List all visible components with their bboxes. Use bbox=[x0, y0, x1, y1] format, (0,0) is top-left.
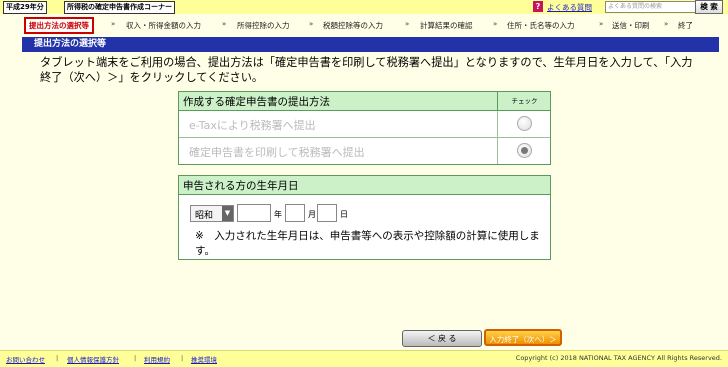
top-bar: 平成29年分 所得税の確定申告書作成コーナー ? よくある質問 よくある質問の検… bbox=[0, 0, 728, 14]
year-unit: 年 bbox=[274, 210, 282, 219]
step-income: 収入・所得金額の入力 bbox=[126, 21, 201, 30]
birthdate-panel: 申告される方の生年月日 昭和 ▼ 年 月 日 ※ 入力された生年月日は、申告書等… bbox=[178, 175, 551, 260]
footer-link-environment[interactable]: 推奨環境 bbox=[191, 354, 217, 364]
radio-cell bbox=[497, 111, 551, 137]
step-arrow: » bbox=[493, 20, 498, 28]
question-icon[interactable]: ? bbox=[533, 1, 543, 12]
option-print[interactable]: 確定申告書を印刷して税務署へ提出 bbox=[179, 138, 550, 164]
copyright: Copyright (c) 2018 NATIONAL TAX AGENCY A… bbox=[515, 354, 722, 362]
year-tag: 平成29年分 bbox=[3, 1, 47, 14]
check-column-header: チェック bbox=[497, 92, 551, 110]
progress-steps: 提出方法の選択等 » 収入・所得金額の入力 » 所得控除の入力 » 税額控除等の… bbox=[0, 17, 728, 34]
step-address: 住所・氏名等の入力 bbox=[507, 21, 575, 30]
step-arrow: » bbox=[664, 20, 669, 28]
footer-link-contact[interactable]: お問い合わせ bbox=[6, 354, 45, 364]
step-arrow: » bbox=[309, 20, 314, 28]
option-label: e-Taxにより税務署へ提出 bbox=[189, 119, 316, 132]
print-radio[interactable] bbox=[517, 143, 532, 158]
birthdate-note: ※ 入力された生年月日は、申告書等への表示や控除額の計算に使用します。 bbox=[195, 230, 540, 257]
panel-title: 申告される方の生年月日 bbox=[183, 180, 299, 192]
step-arrow: » bbox=[599, 20, 604, 28]
etax-radio[interactable] bbox=[517, 116, 532, 131]
submit-method-panel: 作成する確定申告書の提出方法 チェック e-Taxにより税務署へ提出 確定申告書… bbox=[178, 91, 551, 165]
section-title: 提出方法の選択等 bbox=[22, 37, 719, 52]
footer-separator: | bbox=[181, 354, 184, 362]
birthdate-body: 昭和 ▼ 年 月 日 ※ 入力された生年月日は、申告書等への表示や控除額の計算に… bbox=[179, 195, 550, 259]
footer: お問い合わせ | 個人情報保護方針 | 利用規約 | 推奨環境 Copyrigh… bbox=[0, 350, 728, 367]
step-send-print: 送信・印刷 bbox=[612, 21, 650, 30]
step-arrow: » bbox=[405, 20, 410, 28]
step-finish: 終了 bbox=[678, 21, 693, 30]
step-arrow: » bbox=[222, 20, 227, 28]
year-input[interactable] bbox=[237, 204, 271, 222]
panel-header: 申告される方の生年月日 bbox=[179, 176, 550, 195]
era-select[interactable]: 昭和 ▼ bbox=[190, 205, 234, 222]
footer-link-terms[interactable]: 利用規約 bbox=[144, 354, 170, 364]
footer-separator: | bbox=[56, 354, 59, 362]
corner-tag: 所得税の確定申告書作成コーナー bbox=[64, 1, 175, 14]
step-tax-credit: 税額控除等の入力 bbox=[323, 21, 383, 30]
era-value: 昭和 bbox=[195, 211, 214, 221]
option-label: 確定申告書を印刷して税務署へ提出 bbox=[189, 146, 365, 159]
radio-cell bbox=[497, 138, 551, 164]
footer-link-privacy[interactable]: 個人情報保護方針 bbox=[67, 354, 119, 364]
step-arrow: » bbox=[111, 20, 116, 28]
option-etax[interactable]: e-Taxにより税務署へ提出 bbox=[179, 111, 550, 138]
faq-search-input[interactable]: よくある質問の検索 bbox=[605, 1, 696, 13]
footer-separator: | bbox=[134, 354, 137, 362]
panel-header: 作成する確定申告書の提出方法 チェック bbox=[179, 92, 550, 111]
intro-text: タブレット端末をご利用の場合、提出方法は「確定申告書を印刷して税務署へ提出」とな… bbox=[40, 56, 693, 84]
back-button[interactable]: ＜ 戻 る bbox=[402, 330, 482, 347]
next-button[interactable]: 入力終了（次へ）＞ bbox=[484, 329, 562, 346]
day-input[interactable] bbox=[317, 204, 337, 222]
search-button[interactable]: 検 索 bbox=[695, 0, 723, 14]
month-input[interactable] bbox=[285, 204, 305, 222]
step-deduction: 所得控除の入力 bbox=[237, 21, 290, 30]
step-result: 計算結果の確認 bbox=[420, 21, 473, 30]
day-unit: 日 bbox=[340, 210, 348, 219]
step-submit-method: 提出方法の選択等 bbox=[24, 17, 94, 34]
panel-title: 作成する確定申告書の提出方法 bbox=[183, 96, 330, 108]
faq-link[interactable]: よくある質問 bbox=[547, 2, 592, 13]
month-unit: 月 bbox=[308, 210, 316, 219]
chevron-down-icon: ▼ bbox=[222, 206, 233, 221]
